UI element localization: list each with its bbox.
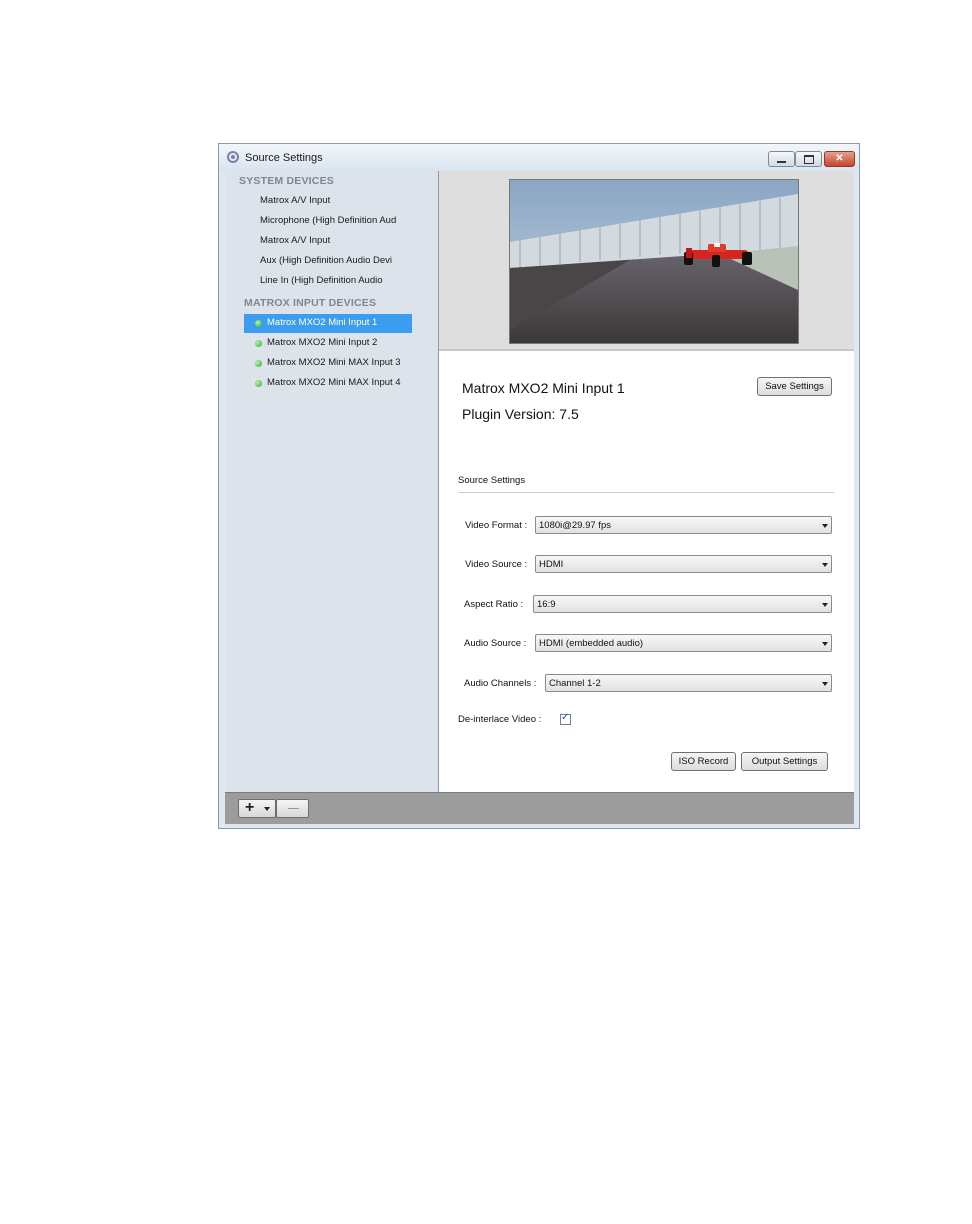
audio-channels-dropdown[interactable]: Channel 1-2: [545, 674, 832, 692]
matrox-device-item[interactable]: Matrox MXO2 Mini Input 2: [244, 334, 412, 353]
aspect-ratio-dropdown[interactable]: 16:9: [533, 595, 832, 613]
video-source-value: HDMI: [539, 559, 564, 570]
matrox-device-item[interactable]: Matrox MXO2 Mini Input 1: [244, 314, 412, 333]
iso-record-button[interactable]: ISO Record: [671, 752, 736, 771]
device-list-panel: SYSTEM DEVICES Matrox A/V Input Micropho…: [225, 171, 439, 792]
deinterlace-checkbox[interactable]: [560, 712, 571, 725]
video-format-label: Video Format :: [465, 520, 528, 531]
close-button[interactable]: [824, 151, 855, 167]
bottom-toolbar: +: [225, 792, 854, 824]
video-format-dropdown[interactable]: 1080i@29.97 fps: [535, 516, 832, 534]
chevron-down-icon: [822, 524, 828, 528]
video-source-label: Video Source :: [465, 559, 528, 570]
device-details-panel: Matrox MXO2 Mini Input 1 Plugin Version:…: [439, 171, 854, 792]
audio-channels-label: Audio Channels :: [464, 678, 537, 689]
system-device-item[interactable]: Aux (High Definition Audio Devi: [260, 255, 392, 266]
audio-source-value: HDMI (embedded audio): [539, 638, 644, 649]
chevron-down-icon: [822, 682, 828, 686]
audio-source-label: Audio Source :: [464, 638, 527, 649]
chevron-down-icon: [264, 807, 270, 811]
deinterlace-label: De-interlace Video :: [458, 714, 542, 725]
connected-status-icon: [255, 380, 262, 387]
audio-channels-value: Channel 1-2: [549, 678, 601, 689]
matrox-device-item[interactable]: Matrox MXO2 Mini MAX Input 4: [244, 374, 412, 393]
chevron-down-icon: [822, 642, 828, 646]
aspect-ratio-value: 16:9: [537, 599, 556, 610]
connected-status-icon: [255, 340, 262, 347]
matrox-devices-header: MATROX INPUT DEVICES: [244, 297, 377, 309]
chevron-down-icon: [822, 603, 828, 607]
matrox-device-label: Matrox MXO2 Mini Input 1: [267, 317, 378, 328]
system-device-item[interactable]: Matrox A/V Input: [260, 195, 330, 206]
title-bar[interactable]: Source Settings: [219, 144, 859, 171]
add-device-button[interactable]: +: [238, 799, 276, 818]
source-settings-window: Source Settings SYSTEM DEVICES Matrox A/…: [218, 143, 860, 829]
app-icon: [227, 151, 239, 163]
window-title: Source Settings: [245, 152, 323, 164]
minimize-button[interactable]: [768, 151, 795, 167]
chevron-down-icon: [822, 563, 828, 567]
remove-device-button[interactable]: [276, 799, 309, 818]
maximize-button[interactable]: [795, 151, 822, 167]
system-device-item[interactable]: Matrox A/V Input: [260, 235, 330, 246]
device-name: Matrox MXO2 Mini Input 1: [462, 380, 625, 396]
video-format-value: 1080i@29.97 fps: [539, 520, 611, 531]
preview-area: [439, 171, 854, 351]
matrox-device-item[interactable]: Matrox MXO2 Mini MAX Input 3: [244, 354, 412, 373]
audio-source-dropdown[interactable]: HDMI (embedded audio): [535, 634, 832, 652]
connected-status-icon: [255, 320, 262, 327]
source-settings-group-label: Source Settings: [458, 475, 526, 486]
group-divider: [458, 492, 834, 493]
plugin-version: Plugin Version: 7.5: [462, 406, 579, 422]
minus-icon: [288, 808, 299, 809]
video-preview: [509, 179, 799, 344]
system-device-item[interactable]: Line In (High Definition Audio: [260, 275, 383, 286]
matrox-device-label: Matrox MXO2 Mini Input 2: [267, 337, 378, 348]
system-devices-header: SYSTEM DEVICES: [239, 175, 334, 187]
aspect-ratio-label: Aspect Ratio :: [464, 599, 524, 610]
video-source-dropdown[interactable]: HDMI: [535, 555, 832, 573]
matrox-device-label: Matrox MXO2 Mini MAX Input 3: [267, 357, 401, 368]
matrox-device-label: Matrox MXO2 Mini MAX Input 4: [267, 377, 401, 388]
connected-status-icon: [255, 360, 262, 367]
save-settings-button[interactable]: Save Settings: [757, 377, 832, 396]
system-device-item[interactable]: Microphone (High Definition Aud: [260, 215, 396, 226]
plus-icon: +: [245, 799, 255, 816]
output-settings-button[interactable]: Output Settings: [741, 752, 828, 771]
